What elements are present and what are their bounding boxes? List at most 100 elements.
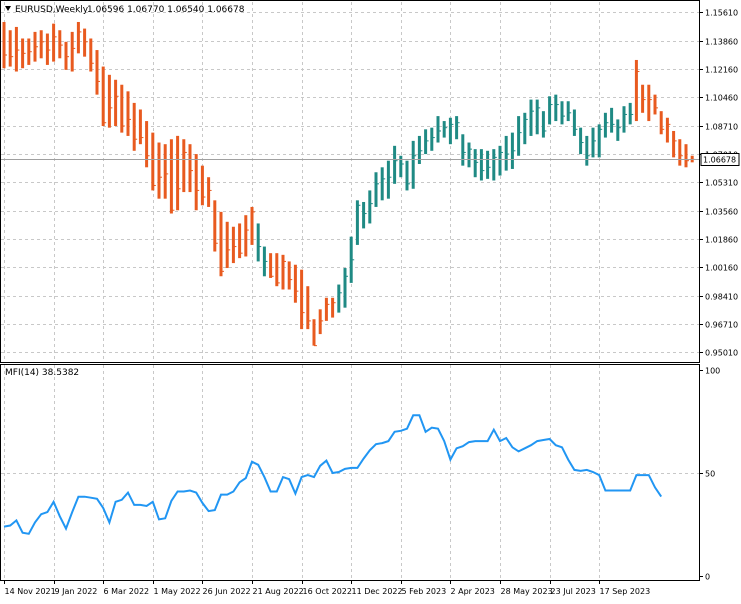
y-tick-label: 0.95010 — [705, 349, 738, 358]
ohlc-bar — [306, 286, 311, 330]
ohlc-bar — [126, 91, 131, 136]
ohlc-bar — [498, 145, 503, 176]
ohlc-bar — [591, 127, 596, 158]
ohlc-bar — [324, 297, 330, 321]
ohlc-bar — [157, 142, 162, 199]
ohlc-bar — [473, 149, 479, 178]
ohlc-bar — [504, 135, 510, 171]
ohlc-bar — [535, 99, 541, 135]
ohlc-bar — [541, 111, 547, 138]
ohlc-bar — [479, 149, 485, 181]
x-tick-label: 26 Jun 2022 — [203, 587, 251, 596]
ohlc-bar — [58, 30, 63, 59]
ohlc-bar — [138, 109, 144, 145]
ohlc-bar — [442, 121, 448, 138]
x-tick-label: 6 Mar 2022 — [104, 587, 150, 596]
ohlc-bar — [349, 236, 355, 283]
ohlc-bar — [213, 200, 218, 252]
x-tick-label: 2 Apr 2023 — [451, 587, 495, 596]
ohlc-bar — [101, 66, 107, 127]
current-price-label: 1.06678 — [703, 156, 736, 165]
ohlc-bar — [244, 215, 249, 257]
ohlc-bar — [579, 127, 584, 155]
grid — [1, 2, 699, 580]
collapse-triangle-icon[interactable] — [5, 6, 11, 11]
ohlc-bar — [355, 200, 361, 245]
ohlc-bar — [362, 201, 367, 229]
ohlc-bar — [225, 221, 231, 269]
y-tick-label: 1.10460 — [705, 94, 738, 103]
ohlc-bar — [411, 140, 417, 189]
ohlc-bar — [188, 144, 193, 193]
ohlc-bar — [517, 116, 522, 156]
ohlc-bar — [585, 135, 590, 166]
price-panel-frame — [0, 0, 700, 363]
ohlc-bar — [610, 107, 615, 133]
ohlc-bar — [300, 269, 305, 330]
y-tick-label: 1.01860 — [705, 236, 738, 245]
ohlc-bar — [343, 268, 348, 308]
ohlc-bar — [151, 132, 156, 191]
ohlc-bar — [455, 116, 460, 140]
ohlc-bar — [560, 101, 565, 125]
y-tick-label: 1.15610 — [705, 9, 738, 18]
ohlc-bar — [145, 121, 150, 168]
ohlc-bar — [114, 79, 119, 127]
axes: 14 Nov 20219 Jan 2022 6 Mar 2022 1 May 202… — [1, 9, 740, 596]
ohlc-bar — [219, 211, 224, 277]
ohlc-bar — [2, 21, 7, 69]
ohlc-bar — [287, 261, 293, 290]
ohlc-bar — [659, 111, 665, 135]
ohlc-bar — [269, 253, 274, 278]
ohlc-bar — [318, 309, 324, 335]
ohlc-bar — [672, 130, 677, 158]
ohlc-bar — [8, 30, 14, 67]
ohlc-bar — [207, 177, 212, 207]
ohlc-bar — [424, 129, 429, 155]
ohlc-bar — [393, 145, 398, 184]
ohlc-bar — [95, 50, 100, 95]
ohlc-bar — [194, 154, 200, 211]
ohlc-bar — [39, 30, 45, 59]
y-tick-label: 0.98410 — [705, 293, 738, 302]
ohlc-bar — [262, 246, 268, 277]
ohlc-bar — [529, 99, 534, 136]
y-tick-label: 1.00160 — [705, 264, 738, 273]
ohlc-bar — [523, 112, 528, 145]
ohlc-bar — [548, 96, 553, 125]
ohlc-bar — [33, 31, 38, 62]
x-tick-label: 1 May 2022 — [154, 587, 201, 596]
y-tick-label: 1.08710 — [705, 123, 738, 132]
x-tick-label: 16 Oct 2022 — [303, 587, 352, 596]
ohlc-bar — [510, 132, 516, 169]
ohlc-bar — [368, 190, 373, 224]
y-tick-label: 1.12160 — [705, 66, 738, 75]
ohlc-bar — [256, 223, 262, 262]
mfi-plot — [3, 414, 663, 535]
ohlc-bar — [14, 26, 20, 72]
mfi-y-tick-label: 100 — [705, 367, 720, 376]
x-tick-label: 11 Dec 2022 — [352, 587, 403, 596]
ohlc-bar — [374, 172, 379, 207]
x-tick-label: 23 Jul 2023 — [551, 587, 596, 596]
ohlc-bar — [597, 124, 603, 158]
mfi-y-tick-label: 50 — [705, 470, 715, 479]
ohlc-bar — [83, 28, 88, 57]
ohlc-bar — [461, 134, 466, 166]
ohlc-bar — [64, 41, 69, 70]
ohlc-bar — [386, 160, 392, 199]
ohlc-bar — [76, 21, 82, 54]
ohlc-bar — [616, 119, 621, 141]
ohlc-bar — [678, 139, 683, 166]
x-tick-label: 9 Jan 2022 — [55, 587, 98, 596]
ohlc-bar — [641, 84, 646, 113]
y-tick-label: 1.05310 — [705, 179, 738, 188]
ohlc-bar — [628, 102, 634, 125]
ohlc-bar — [21, 38, 26, 69]
ohlc-bar — [665, 117, 671, 143]
ohlc-bar — [89, 38, 94, 72]
ohlc-bar — [132, 102, 138, 151]
x-tick-label: 5 Feb 2023 — [402, 587, 447, 596]
ohlc-bar — [231, 226, 237, 264]
ohlc-bar — [238, 223, 243, 259]
